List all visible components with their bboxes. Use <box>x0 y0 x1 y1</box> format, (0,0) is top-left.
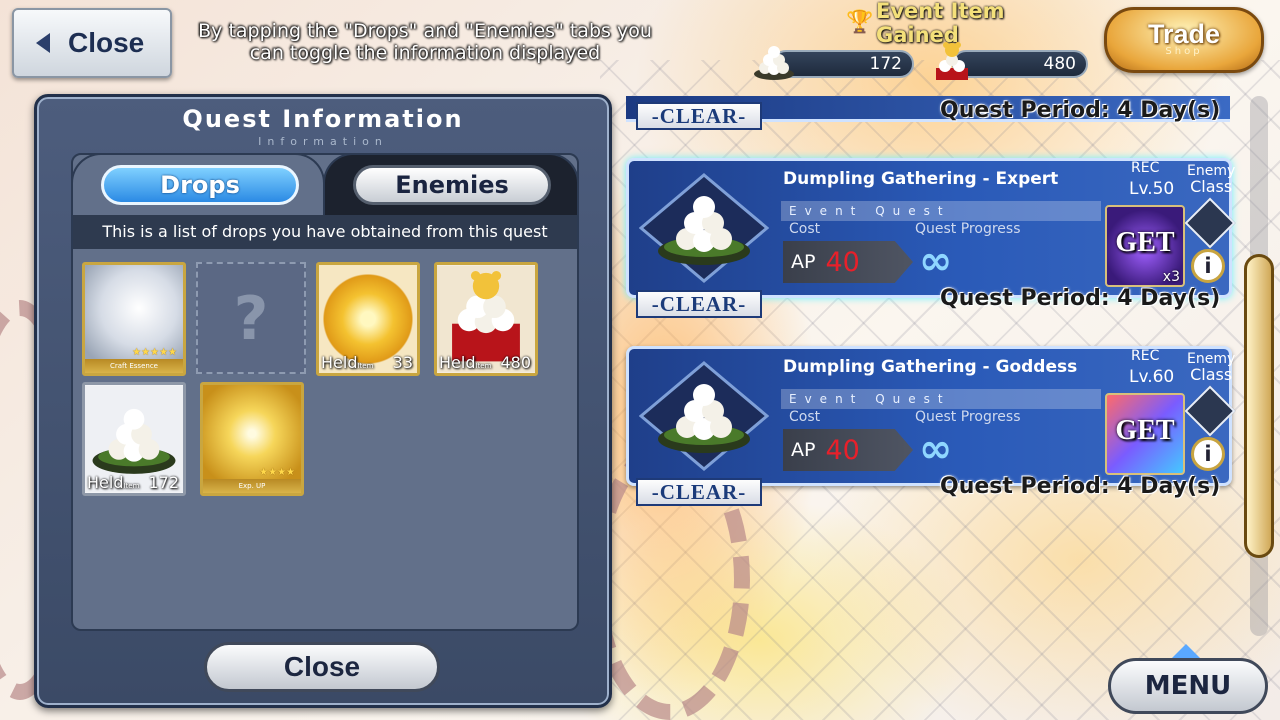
hint-text: By tapping the "Drops" and "Enemies" tab… <box>198 20 652 64</box>
event-item-gained: 🏆 Event Item Gained <box>846 0 1086 47</box>
panel-close-button[interactable]: Close <box>204 642 440 692</box>
info-icon[interactable]: i <box>1191 249 1225 283</box>
drop-exp-card[interactable]: ★★★★ Exp. UP <box>200 382 304 496</box>
bear-dumpling-icon <box>936 42 968 80</box>
quest-type: Event Quest <box>781 389 1101 409</box>
ap-label: AP <box>791 251 816 273</box>
held-label: HeldItem <box>87 473 140 492</box>
ap-cost: AP 40 <box>783 429 913 471</box>
drop-unknown[interactable]: ? <box>196 262 306 374</box>
ap-value: 40 <box>825 434 860 466</box>
trade-sub-label: Shop <box>1165 46 1203 57</box>
info-icon[interactable]: i <box>1191 437 1225 471</box>
tab-drops-label: Drops <box>101 165 299 205</box>
ap-cost: AP 40 <box>783 241 913 283</box>
cost-label: Cost <box>789 221 821 237</box>
quest-card-expert[interactable]: Dumpling Gathering - Expert Event Quest … <box>626 158 1236 298</box>
top-close-label: Close <box>68 27 145 58</box>
clear-badge: -CLEAR- <box>636 478 762 506</box>
get-label: GET <box>1115 227 1175 258</box>
drop-gold-star[interactable]: HeldItem 33 <box>316 262 420 376</box>
question-mark-icon: ? <box>233 284 269 354</box>
rec-label: REC <box>1131 160 1160 176</box>
infinity-progress-icon: ∞ <box>919 238 953 284</box>
get-reward-badge: GET <box>1105 393 1185 475</box>
tab-enemies-label: Enemies <box>353 165 551 205</box>
dumpling-quest-icon <box>639 173 769 283</box>
held-label: HeldItem <box>439 353 492 372</box>
dumpling-icon <box>754 46 794 80</box>
clear-badge: -CLEAR- <box>636 102 762 130</box>
held-count: 172 <box>148 473 179 492</box>
drop-caption: Craft Essence <box>85 359 183 373</box>
enemy-class: Enemy Class <box>1187 163 1235 195</box>
quest-card-goddess[interactable]: Dumpling Gathering - Goddess Event Quest… <box>626 346 1236 486</box>
saber-class-icon <box>1184 197 1236 249</box>
panel-subtitle: Information <box>258 135 388 148</box>
reward-multiplier: x3 <box>1162 269 1180 285</box>
progress-label: Quest Progress <box>915 409 1021 425</box>
progress-label: Quest Progress <box>915 221 1021 237</box>
held-label: HeldItem <box>321 353 374 372</box>
infinity-progress-icon: ∞ <box>919 426 953 472</box>
quest-period: Quest Period: 4 Day(s) <box>940 98 1221 123</box>
menu-button[interactable]: MENU <box>1108 658 1268 714</box>
held-count: 33 <box>392 353 413 372</box>
trade-shop-button[interactable]: Trade Shop <box>1104 7 1264 73</box>
rec-level: Lv.50 <box>1129 179 1175 199</box>
drop-craft-essence[interactable]: ★★★★★ Craft Essence <box>82 262 186 376</box>
back-arrow-icon <box>30 30 56 56</box>
rec-level: Lv.60 <box>1129 367 1175 387</box>
drop-dumpling[interactable]: HeldItem 172 <box>82 382 186 496</box>
rarity-stars: ★★★★★ <box>132 347 177 358</box>
dumpling-quest-icon <box>639 361 769 471</box>
trophy-icon: 🏆 <box>846 10 874 35</box>
scrollbar-thumb[interactable] <box>1244 254 1274 558</box>
rec-label: REC <box>1131 348 1160 364</box>
get-reward-badge: GET x3 <box>1105 205 1185 287</box>
drop-bear-dumpling[interactable]: HeldItem 480 <box>434 262 538 376</box>
quest-title: Dumpling Gathering - Expert <box>783 169 1059 189</box>
ap-label: AP <box>791 439 816 461</box>
tab-enemies[interactable]: Enemies <box>323 153 579 215</box>
quest-title: Dumpling Gathering - Goddess <box>783 357 1078 377</box>
drops-description: This is a list of drops you have obtaine… <box>73 215 577 249</box>
enemy-class: Enemy Class <box>1187 351 1235 383</box>
quest-type: Event Quest <box>781 201 1101 221</box>
rarity-stars: ★★★★ <box>259 467 295 478</box>
event-item-gained-label: Event Item Gained <box>876 0 1005 47</box>
get-label: GET <box>1115 415 1175 446</box>
cost-label: Cost <box>789 409 821 425</box>
quest-period: Quest Period: 4 Day(s) <box>940 286 1221 311</box>
tab-drops[interactable]: Drops <box>71 153 325 215</box>
class-label: Class <box>1190 177 1233 196</box>
drop-caption: Exp. UP <box>203 479 301 493</box>
menu-up-arrow-icon <box>1172 644 1200 658</box>
held-count: 480 <box>500 353 531 372</box>
class-label: Class <box>1190 365 1233 384</box>
clear-badge: -CLEAR- <box>636 290 762 318</box>
quest-period: Quest Period: 4 Day(s) <box>940 474 1221 499</box>
top-close-button[interactable]: Close <box>12 8 172 78</box>
panel-title: Quest Information <box>182 105 464 133</box>
tab-bar: Drops Enemies <box>71 153 579 215</box>
ap-value: 40 <box>825 246 860 278</box>
ruler-class-icon <box>1184 385 1236 437</box>
